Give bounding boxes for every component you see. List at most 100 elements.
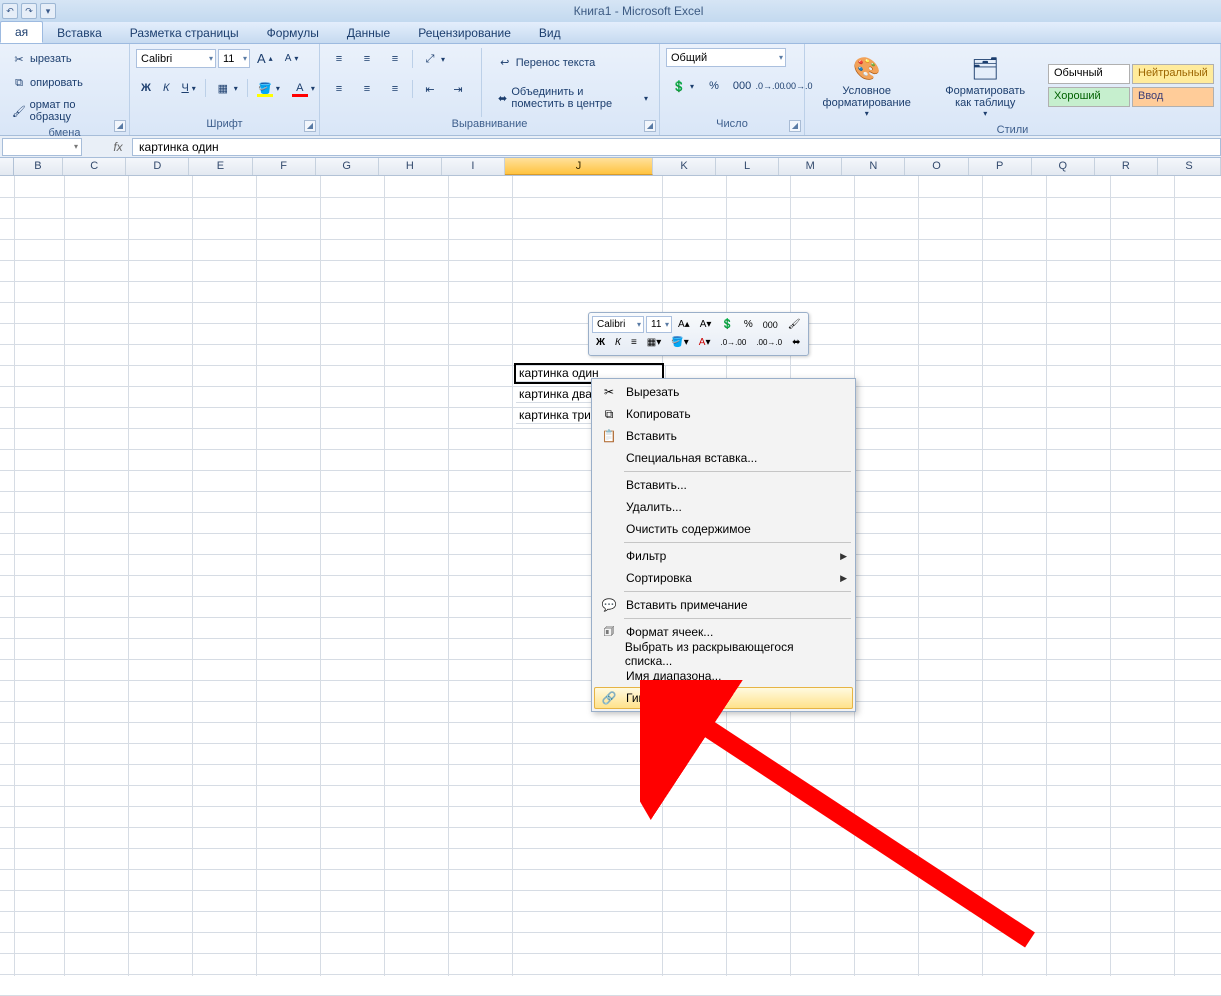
align-left-button[interactable]: ≡ [326,78,352,100]
format-painter-button[interactable]: 🖌ормат по образцу [6,96,123,126]
align-top-button[interactable]: ≡ [326,48,352,70]
col-header-I[interactable]: I [442,158,505,175]
col-header-F[interactable]: F [253,158,316,175]
fx-button[interactable]: fx [108,140,128,154]
mini-comma[interactable]: 000 [759,316,782,333]
select-all-corner[interactable] [0,158,14,175]
ctx-clear[interactable]: Очистить содержимое [594,518,853,540]
mini-percent[interactable]: % [740,316,757,333]
col-header-H[interactable]: H [379,158,442,175]
cell-style-good[interactable]: Хороший [1048,87,1130,107]
col-header-Q[interactable]: Q [1032,158,1095,175]
col-header-C[interactable]: C [63,158,126,175]
col-header-P[interactable]: P [969,158,1032,175]
ctx-insert[interactable]: Вставить... [594,474,853,496]
col-header-L[interactable]: L [716,158,779,175]
font-color-button[interactable]: A▾ [287,77,320,99]
cell-style-neutral[interactable]: Нейтральный [1132,64,1214,84]
font-size-combo[interactable]: 11 [218,49,250,68]
undo-button[interactable]: ↶ [2,3,18,19]
borders-button[interactable]: ▦▾ [210,77,243,99]
cell-style-input[interactable]: Ввод [1132,87,1214,107]
merge-center-button[interactable]: ⬌Объединить и поместить в центре▾ [492,83,653,113]
ctx-copy[interactable]: ⧉Копировать [594,403,853,425]
orientation-button[interactable]: ⤢▾ [417,48,450,70]
underline-button[interactable]: Ч▾ [176,79,200,97]
mini-dec-decimal[interactable]: .00→.0 [752,335,786,350]
mini-italic[interactable]: К [611,335,625,350]
cell-style-normal[interactable]: Обычный [1048,64,1130,84]
col-header-G[interactable]: G [316,158,379,175]
alignment-launcher[interactable]: ◢ [644,120,656,132]
copy-button[interactable]: ⧉опировать [6,72,123,94]
mini-inc-decimal[interactable]: .0→.00 [716,335,750,350]
col-header-D[interactable]: D [126,158,189,175]
fill-color-button[interactable]: 🪣▾ [252,77,285,99]
increase-decimal-button[interactable]: .0→.00 [757,75,783,97]
font-launcher[interactable]: ◢ [304,120,316,132]
mini-fill-color[interactable]: 🪣▾ [667,335,692,350]
number-format-combo[interactable]: Общий [666,48,786,67]
bold-button[interactable]: Ж [136,79,156,97]
formula-input[interactable]: картинка один [132,138,1221,156]
mini-shrink-font[interactable]: A▾ [696,316,716,333]
mini-currency[interactable]: 💲 [717,316,737,333]
mini-size-combo[interactable]: 11 [646,316,672,333]
name-box[interactable] [2,138,82,156]
col-header-J[interactable]: J [505,158,653,175]
tab-review[interactable]: Рецензирование [404,23,525,43]
ctx-pick-from-list[interactable]: Выбрать из раскрывающегося списка... [594,643,853,665]
format-as-table-button[interactable]: 🗂 Форматировать как таблицу ▾ [928,48,1042,123]
clipboard-launcher[interactable]: ◢ [114,120,126,132]
col-header-M[interactable]: M [779,158,842,175]
tab-formulas[interactable]: Формулы [253,23,333,43]
col-header-E[interactable]: E [189,158,252,175]
ctx-name-range[interactable]: Имя диапазона... [594,665,853,687]
qat-customize[interactable]: ▾ [40,3,56,19]
italic-button[interactable]: К [158,79,174,97]
ctx-cut[interactable]: ✂Вырезать [594,381,853,403]
col-header-O[interactable]: O [905,158,968,175]
decrease-indent-button[interactable]: ⇤ [417,78,443,100]
col-header-N[interactable]: N [842,158,905,175]
mini-font-color[interactable]: A▾ [695,335,715,350]
col-header-R[interactable]: R [1095,158,1158,175]
mini-borders[interactable]: ▦▾ [643,335,665,350]
tab-page-layout[interactable]: Разметка страницы [116,23,253,43]
align-bottom-button[interactable]: ≡ [382,48,408,70]
align-middle-button[interactable]: ≡ [354,48,380,70]
wrap-text-button[interactable]: ↩Перенос текста [492,52,653,74]
align-right-button[interactable]: ≡ [382,78,408,100]
ctx-paste-special[interactable]: Специальная вставка... [594,447,853,469]
mini-grow-font[interactable]: A▴ [674,316,694,333]
align-center-button[interactable]: ≡ [354,78,380,100]
percent-button[interactable]: % [701,75,727,97]
conditional-formatting-button[interactable]: 🎨 Условное форматирование ▾ [811,48,922,123]
tab-insert[interactable]: Вставка [43,23,116,43]
ctx-delete[interactable]: Удалить... [594,496,853,518]
ctx-insert-comment[interactable]: 💬Вставить примечание [594,594,853,616]
ctx-sort[interactable]: Сортировка▶ [594,567,853,589]
ctx-paste[interactable]: 📋Вставить [594,425,853,447]
comma-button[interactable]: 000 [729,75,755,97]
number-launcher[interactable]: ◢ [789,120,801,132]
tab-view[interactable]: Вид [525,23,575,43]
tab-data[interactable]: Данные [333,23,404,43]
currency-button[interactable]: 💲▾ [666,75,699,97]
col-header-B[interactable]: B [14,158,63,175]
ctx-filter[interactable]: Фильтр▶ [594,545,853,567]
font-name-combo[interactable]: Calibri [136,49,216,68]
mini-font-combo[interactable]: Calibri [592,316,644,333]
col-header-K[interactable]: K [653,158,716,175]
cut-button[interactable]: ✂ырезать [6,48,123,70]
increase-indent-button[interactable]: ⇥ [445,78,471,100]
mini-merge[interactable]: ⬌ [788,335,804,350]
mini-bold[interactable]: Ж [592,335,609,350]
tab-home[interactable]: ая [0,21,43,43]
col-header-S[interactable]: S [1158,158,1221,175]
mini-align-center[interactable]: ≡ [627,335,641,350]
redo-button[interactable]: ↷ [21,3,37,19]
shrink-font-button[interactable]: A▾ [280,50,304,67]
ctx-hyperlink[interactable]: 🔗Гиперссылка... [594,687,853,709]
grow-font-button[interactable]: A▴ [252,48,278,69]
